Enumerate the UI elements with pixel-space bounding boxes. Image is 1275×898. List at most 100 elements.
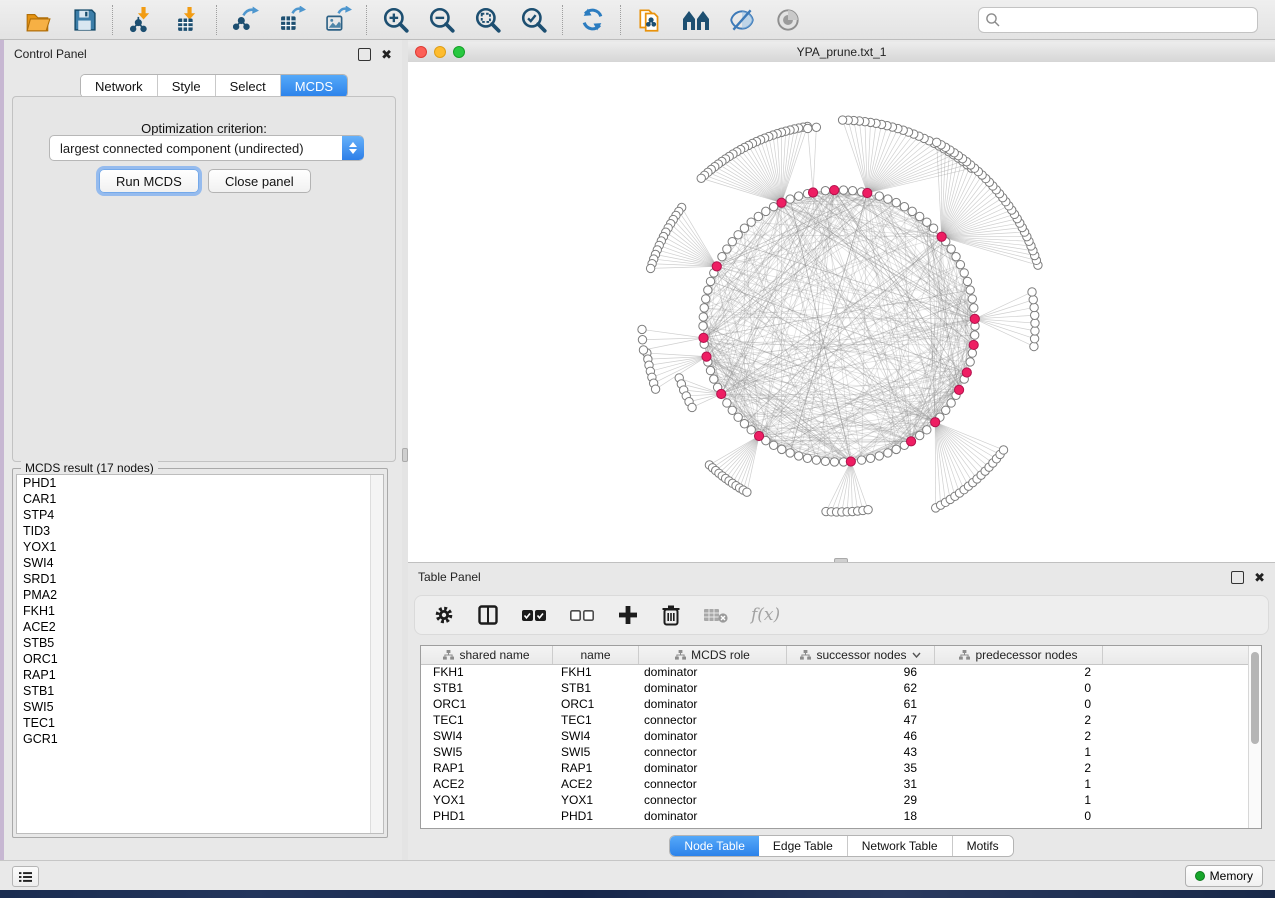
leaf-node[interactable] xyxy=(743,488,751,496)
mcds-hub-node[interactable] xyxy=(699,333,708,342)
ring-node[interactable] xyxy=(762,207,770,215)
ring-node[interactable] xyxy=(915,431,923,439)
ring-node[interactable] xyxy=(734,231,742,239)
tab-motifs[interactable]: Motifs xyxy=(953,836,1013,856)
result-list-item[interactable]: RAP1 xyxy=(17,667,383,683)
ring-node[interactable] xyxy=(747,426,755,434)
result-list-item[interactable]: STB5 xyxy=(17,635,383,651)
ring-node[interactable] xyxy=(929,224,937,232)
ring-node[interactable] xyxy=(830,458,838,466)
mcds-hub-node[interactable] xyxy=(777,198,786,207)
leaf-node[interactable] xyxy=(1030,334,1038,342)
mcds-hub-node[interactable] xyxy=(970,314,979,323)
result-list-item[interactable]: GCR1 xyxy=(17,731,383,747)
table-options-button[interactable] xyxy=(433,602,455,628)
criterion-select[interactable]: largest connected component (undirected) xyxy=(49,135,364,161)
node-table-scrollbar[interactable] xyxy=(1248,646,1261,828)
ring-node[interactable] xyxy=(728,238,736,246)
mcds-hub-node[interactable] xyxy=(906,437,915,446)
show-columns-button[interactable] xyxy=(477,602,499,628)
ring-node[interactable] xyxy=(960,269,968,277)
tab-select[interactable]: Select xyxy=(216,75,281,97)
delete-row-button[interactable] xyxy=(661,602,681,628)
table-row[interactable]: SWI5SWI5connector431 xyxy=(421,744,1249,760)
ring-node[interactable] xyxy=(704,286,712,294)
mcds-hub-node[interactable] xyxy=(937,232,946,241)
zoom-out-button[interactable] xyxy=(427,5,457,35)
leaf-node[interactable] xyxy=(999,446,1007,454)
mcds-hub-node[interactable] xyxy=(931,418,940,427)
ring-node[interactable] xyxy=(875,192,883,200)
leaf-node[interactable] xyxy=(1031,327,1039,335)
ring-node[interactable] xyxy=(915,212,923,220)
ring-node[interactable] xyxy=(947,245,955,253)
ring-node[interactable] xyxy=(706,366,714,374)
tab-style[interactable]: Style xyxy=(158,75,216,97)
ring-node[interactable] xyxy=(740,224,748,232)
result-list-item[interactable]: STB1 xyxy=(17,683,383,699)
close-panel-icon[interactable]: ✖ xyxy=(381,49,392,60)
ring-node[interactable] xyxy=(803,454,811,462)
ring-node[interactable] xyxy=(839,186,847,194)
column-header-shared-name[interactable]: shared name xyxy=(421,646,553,664)
leaf-node[interactable] xyxy=(646,264,654,272)
ring-node[interactable] xyxy=(923,218,931,226)
tab-node-table[interactable]: Node Table xyxy=(670,836,759,856)
table-row[interactable]: ACE2ACE2connector311 xyxy=(421,776,1249,792)
network-canvas[interactable] xyxy=(408,62,1275,562)
column-header-successor-nodes[interactable]: successor nodes xyxy=(787,646,935,664)
result-list-item[interactable]: TID3 xyxy=(17,523,383,539)
tab-mcds[interactable]: MCDS xyxy=(281,75,347,97)
mcds-hub-node[interactable] xyxy=(808,188,817,197)
level-of-detail-button[interactable] xyxy=(773,5,803,35)
table-row[interactable]: PHD1PHD1dominator180 xyxy=(421,808,1249,824)
ring-node[interactable] xyxy=(970,304,978,312)
ring-node[interactable] xyxy=(966,286,974,294)
ring-node[interactable] xyxy=(970,331,978,339)
export-table-button[interactable] xyxy=(277,5,307,35)
ring-node[interactable] xyxy=(795,192,803,200)
ring-node[interactable] xyxy=(812,456,820,464)
result-list-item[interactable]: ACE2 xyxy=(17,619,383,635)
table-row[interactable]: FKH1FKH1dominator962 xyxy=(421,664,1249,680)
mcds-hub-node[interactable] xyxy=(863,188,872,197)
ring-node[interactable] xyxy=(952,252,960,260)
leaf-node[interactable] xyxy=(812,123,820,131)
ring-node[interactable] xyxy=(769,441,777,449)
select-all-button[interactable] xyxy=(521,602,547,628)
delete-table-button[interactable] xyxy=(703,602,729,628)
ring-node[interactable] xyxy=(734,413,742,421)
result-list-item[interactable]: PHD1 xyxy=(17,475,383,491)
leaf-node[interactable] xyxy=(804,124,812,132)
ring-node[interactable] xyxy=(923,426,931,434)
graphics-details-button[interactable] xyxy=(681,5,711,35)
leaf-node[interactable] xyxy=(697,174,705,182)
ring-node[interactable] xyxy=(728,406,736,414)
ring-node[interactable] xyxy=(900,203,908,211)
leaf-node[interactable] xyxy=(1031,319,1039,327)
float-panel-icon[interactable] xyxy=(358,48,371,61)
ring-node[interactable] xyxy=(875,452,883,460)
column-header-MCDS-role[interactable]: MCDS role xyxy=(639,646,787,664)
export-image-button[interactable] xyxy=(323,5,353,35)
ring-node[interactable] xyxy=(786,449,794,457)
column-header-name[interactable]: name xyxy=(553,646,639,664)
zoom-in-button[interactable] xyxy=(381,5,411,35)
mcds-hub-node[interactable] xyxy=(702,352,711,361)
close-panel-button[interactable]: Close panel xyxy=(208,169,311,193)
mcds-hub-node[interactable] xyxy=(754,431,763,440)
ring-node[interactable] xyxy=(968,349,976,357)
ring-node[interactable] xyxy=(966,358,974,366)
leaf-node[interactable] xyxy=(1029,295,1037,303)
ring-node[interactable] xyxy=(821,186,829,194)
function-builder-button[interactable]: f(x) xyxy=(751,605,780,625)
result-list-item[interactable]: SRD1 xyxy=(17,571,383,587)
zoom-fit-button[interactable] xyxy=(473,5,503,35)
leaf-node[interactable] xyxy=(838,116,846,124)
column-header-predecessor-nodes[interactable]: predecessor nodes xyxy=(935,646,1103,664)
scrollbar-thumb[interactable] xyxy=(1251,652,1259,744)
leaf-node[interactable] xyxy=(1028,288,1036,296)
ring-node[interactable] xyxy=(754,212,762,220)
tab-network-table[interactable]: Network Table xyxy=(848,836,953,856)
mcds-hub-node[interactable] xyxy=(846,457,855,466)
